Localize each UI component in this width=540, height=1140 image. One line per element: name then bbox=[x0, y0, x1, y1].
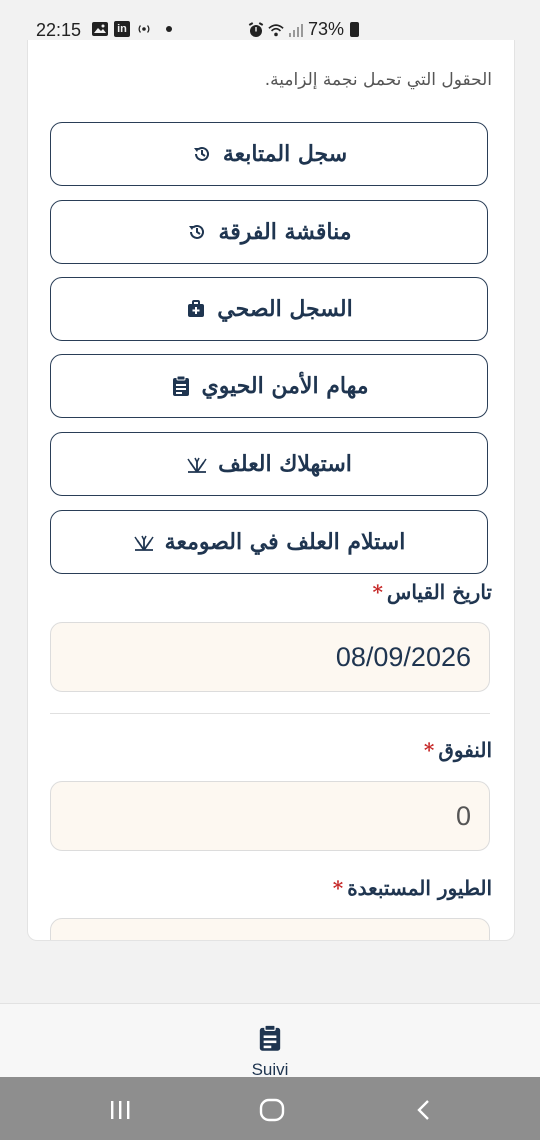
signal-icon bbox=[288, 22, 304, 38]
mortality-value: 0 bbox=[455, 800, 471, 831]
team-discussion-button[interactable]: مناقشة الفرقة bbox=[50, 200, 488, 264]
history-icon bbox=[186, 221, 208, 243]
mortality-label: النفوق* bbox=[423, 738, 492, 762]
clipboard-icon bbox=[258, 1024, 282, 1056]
measure-date-value: 08/09/2026 bbox=[335, 641, 471, 672]
battery-percent: 73% bbox=[308, 19, 345, 39]
measure-date-input[interactable]: 08/09/2026 bbox=[50, 622, 490, 692]
recents-icon[interactable] bbox=[100, 1095, 140, 1125]
mortality-input[interactable]: 0 bbox=[50, 781, 490, 851]
broadcast-icon bbox=[136, 21, 152, 37]
back-icon[interactable] bbox=[404, 1095, 444, 1125]
grain-icon bbox=[186, 453, 208, 475]
status-time: 22:15 bbox=[36, 20, 82, 40]
image-icon bbox=[92, 21, 108, 37]
biosecurity-tasks-button[interactable]: مهام الأمن الحيوي bbox=[50, 354, 488, 418]
history-icon bbox=[191, 143, 213, 165]
culled-birds-input[interactable] bbox=[50, 918, 490, 940]
required-asterisk: * bbox=[423, 738, 435, 762]
button-label: السجل الصحي bbox=[217, 296, 353, 322]
health-record-button[interactable]: السجل الصحي bbox=[50, 277, 488, 341]
follow-up-log-button[interactable]: سجل المتابعة bbox=[50, 122, 488, 186]
home-icon[interactable] bbox=[252, 1095, 292, 1125]
alarm-icon bbox=[248, 21, 264, 38]
system-nav-bar bbox=[0, 1077, 540, 1140]
linkedin-icon: in bbox=[114, 21, 130, 37]
measure-date-label: تاريخ القياس* bbox=[372, 580, 492, 604]
required-asterisk: * bbox=[372, 580, 383, 604]
nav-item-suivi[interactable]: Suivi bbox=[240, 1024, 300, 1080]
button-label: استلام العلف في الصومعة bbox=[164, 529, 406, 555]
dot-icon bbox=[166, 26, 172, 32]
form-card: الحقول التي تحمل نجمة إلزامية. سجل المتا… bbox=[27, 40, 515, 941]
button-label: مناقشة الفرقة bbox=[218, 219, 352, 245]
silo-feed-reception-button[interactable]: استلام العلف في الصومعة bbox=[50, 510, 488, 574]
required-note: الحقول التي تحمل نجمة إلزامية. bbox=[264, 70, 492, 90]
wifi-icon bbox=[268, 22, 284, 38]
bottom-nav: Suivi bbox=[0, 1003, 540, 1080]
battery-icon bbox=[350, 22, 360, 37]
button-label: استهلاك العلف bbox=[218, 451, 352, 477]
divider bbox=[50, 713, 490, 714]
feed-consumption-button[interactable]: استهلاك العلف bbox=[50, 432, 488, 496]
grain-icon bbox=[133, 531, 155, 553]
culled-birds-label: الطيور المستبعدة* bbox=[332, 876, 492, 900]
button-label: مهام الأمن الحيوي bbox=[201, 373, 369, 399]
medkit-icon bbox=[185, 298, 207, 320]
button-label: سجل المتابعة bbox=[222, 141, 348, 167]
required-asterisk: * bbox=[332, 876, 344, 900]
clipboard-icon bbox=[170, 375, 192, 397]
